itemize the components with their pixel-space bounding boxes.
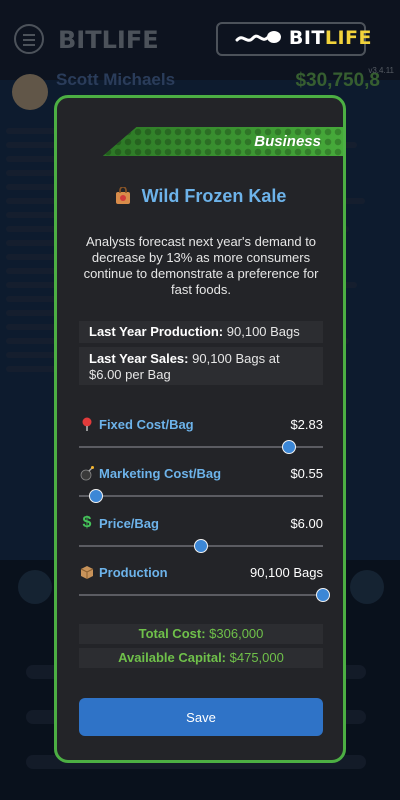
avatar — [12, 74, 48, 110]
save-button[interactable]: Save — [79, 698, 323, 736]
production-value: 90,100 Bags — [249, 564, 323, 580]
slider-track[interactable] — [79, 440, 323, 454]
slider-thumb[interactable] — [316, 588, 330, 602]
available-capital-label: Available Capital: — [118, 650, 227, 665]
business-name: Wild Frozen Kale — [141, 186, 287, 206]
activities-tab-icon — [350, 570, 384, 604]
total-cost-value: $306,000 — [209, 626, 264, 641]
bitlife-logo-left: BITLIFE — [58, 26, 159, 54]
last-year-sales: Last Year Sales: 90,100 Bags at $6.00 pe… — [79, 347, 323, 385]
fixed-cost-slider[interactable]: Fixed Cost/Bag $2.83 — [79, 416, 323, 454]
last-year-sales-label: Last Year Sales: — [89, 351, 189, 366]
available-capital: Available Capital: $475,000 — [79, 648, 323, 668]
slider-track[interactable] — [79, 539, 323, 553]
brand-wordmark: BITLIFE — [288, 27, 372, 49]
price-value: $6.00 — [290, 515, 323, 531]
last-year-production-value: 90,100 Bags — [226, 324, 300, 339]
bank-balance: $30,750,8 — [295, 70, 380, 91]
business-modal: Business Wild Frozen Kale Analysts forec… — [54, 95, 346, 763]
marketing-cost-slider[interactable]: Marketing Cost/Bag $0.55 — [79, 465, 323, 503]
last-year-production: Last Year Production: 90,100 Bags — [79, 321, 323, 343]
business-title: Wild Frozen Kale — [57, 186, 343, 207]
last-year-production-label: Last Year Production: — [89, 324, 224, 339]
marketing-cost-value: $0.55 — [290, 465, 323, 481]
package-icon — [80, 566, 94, 579]
marketing-cost-label: Marketing Cost/Bag — [79, 465, 221, 481]
fixed-cost-label: Fixed Cost/Bag — [79, 416, 194, 432]
character-name: Scott Michaels — [56, 70, 176, 89]
price-label: $ Price/Bag — [79, 515, 159, 531]
slider-track[interactable] — [79, 489, 323, 503]
market-forecast: Analysts forecast next year's demand to … — [83, 234, 319, 297]
bomb-icon — [80, 466, 94, 481]
slider-thumb[interactable] — [89, 489, 104, 503]
version-label: v3.4.11 — [368, 66, 394, 75]
price-slider[interactable]: $ Price/Bag $6.00 — [79, 515, 323, 553]
slider-thumb[interactable] — [281, 440, 296, 454]
bitlife-logo: BITLIFE — [235, 27, 372, 49]
sperm-icon — [235, 31, 281, 43]
total-cost-label: Total Cost: — [138, 626, 206, 641]
pin-icon — [82, 417, 92, 431]
production-label: Production — [79, 564, 168, 580]
available-capital-value: $475,000 — [229, 650, 284, 665]
slider-track[interactable] — [79, 588, 330, 602]
fixed-cost-value: $2.83 — [290, 416, 323, 432]
total-cost: Total Cost: $306,000 — [79, 624, 323, 644]
shopping-bag-icon — [115, 187, 130, 204]
jobs-tab-icon — [18, 570, 52, 604]
menu-icon — [14, 24, 44, 54]
banner-label: Business — [254, 133, 321, 150]
dollar-icon: $ — [82, 514, 92, 531]
slider-thumb[interactable] — [194, 539, 208, 553]
production-slider[interactable]: Production 90,100 Bags — [79, 564, 330, 602]
